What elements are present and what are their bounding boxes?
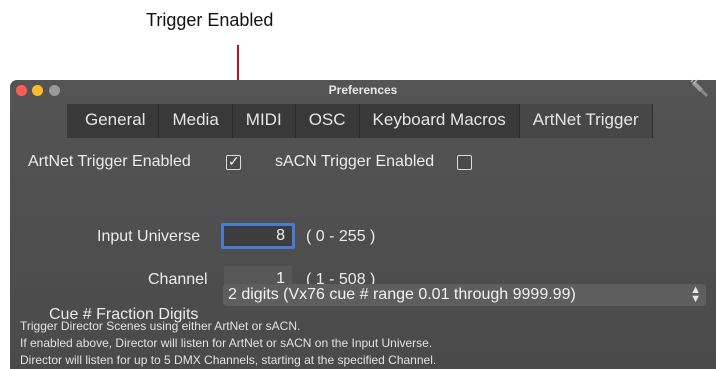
sacn-trigger-checkbox[interactable] [457,155,472,170]
tab-media[interactable]: Media [159,104,233,138]
tab-bar: General Media MIDI OSC Keyboard Macros A… [67,104,653,138]
help-text-line: Trigger Director Scenes using either Art… [20,319,301,333]
input-universe-label: Input Universe [97,228,201,245]
input-universe-range: ( 0 - 255 ) [306,228,376,245]
input-universe-field[interactable]: 8 [221,223,295,249]
plug-icon [690,79,709,98]
artnet-trigger-checkbox[interactable]: ✓ [226,153,241,170]
help-text-line: If enabled above, Director will listen f… [20,336,433,350]
checkmark-icon: ✓ [228,153,240,169]
tab-general[interactable]: General [67,104,160,138]
annotation-label: Trigger Enabled [146,10,274,30]
channel-label: Channel [148,271,208,288]
help-text-line: Director will listen for up to 5 DMX Cha… [20,353,437,367]
cue-fraction-select[interactable]: 2 digits (Vx76 cue # range 0.01 through … [223,284,706,306]
artnet-trigger-label: ArtNet Trigger Enabled [28,153,191,170]
updown-arrows-icon: ▲ ▼ [690,284,701,305]
sacn-trigger-label: sACN Trigger Enabled [275,153,435,170]
tab-keyboard-macros[interactable]: Keyboard Macros [359,104,520,138]
tab-osc[interactable]: OSC [295,104,360,138]
window-title: Preferences [328,83,398,97]
preferences-window: Preferences General Media MIDI OSC Keybo… [10,79,716,369]
tab-artnet-trigger[interactable]: ArtNet Trigger [519,104,653,138]
cue-fraction-selected: 2 digits (Vx76 cue # range 0.01 through … [228,286,576,303]
tab-midi[interactable]: MIDI [232,104,296,138]
title-bar: Preferences [10,79,716,100]
